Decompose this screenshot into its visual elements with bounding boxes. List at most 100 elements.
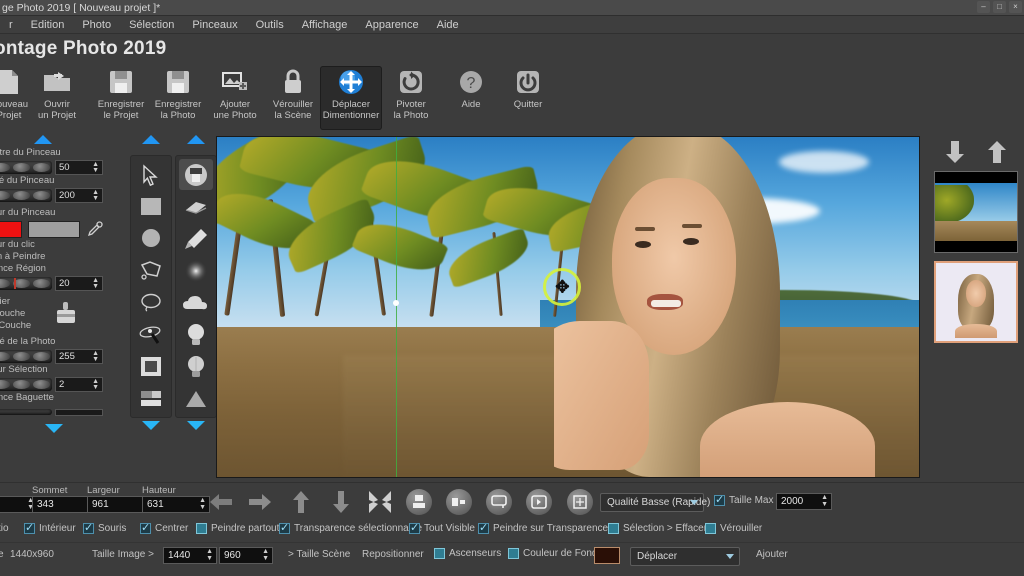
lightbulb-darken-tool[interactable] bbox=[179, 351, 213, 382]
spinner-arrows-icon[interactable]: ▲▼ bbox=[92, 277, 99, 290]
layer-move-down-arrow[interactable] bbox=[944, 139, 966, 165]
quality-combo[interactable]: Qualité Basse (Rapide) bbox=[600, 493, 710, 512]
checkbox-couleur-fond[interactable] bbox=[508, 548, 519, 559]
scroll-up-arrow[interactable] bbox=[33, 135, 52, 144]
menu-item-pinceaux[interactable]: Pinceaux bbox=[183, 16, 246, 34]
checkbox-souris[interactable] bbox=[83, 521, 94, 534]
magic-wand-tool[interactable] bbox=[134, 319, 168, 350]
paintbrush-tool[interactable] bbox=[179, 159, 213, 190]
photo-opacity-input[interactable]: 255 ▲ ▼ bbox=[55, 348, 103, 364]
checkbox-interieur[interactable] bbox=[24, 521, 35, 534]
checkbox-group-interieur[interactable]: Intérieur bbox=[24, 521, 76, 534]
checkbox-centrer[interactable] bbox=[140, 521, 151, 534]
blur-soft-tool[interactable] bbox=[179, 255, 213, 286]
region-tolerance-input[interactable]: 20 ▲ ▼ bbox=[55, 275, 103, 291]
checkbox-group-selection-effacer[interactable]: Sélection > Effacer bbox=[608, 523, 707, 534]
layer-thumbnail-beach[interactable] bbox=[934, 171, 1018, 253]
minimize-button[interactable]: – bbox=[977, 1, 990, 13]
toolbar-button-quitter[interactable]: Quitter bbox=[497, 66, 559, 130]
fit-all-icon[interactable] bbox=[566, 489, 594, 515]
maximize-button[interactable]: □ bbox=[993, 1, 1006, 13]
brush-diameter-input[interactable]: 50 ▲ ▼ bbox=[55, 159, 103, 175]
scroll-down-arrow[interactable] bbox=[44, 424, 63, 433]
editing-canvas[interactable]: ✥ bbox=[216, 136, 920, 478]
checkbox-group-souris[interactable]: Souris bbox=[83, 521, 126, 534]
menu-item-edition[interactable]: Edition bbox=[22, 16, 74, 34]
checkbox-peindre-partout[interactable] bbox=[196, 523, 207, 534]
menu-item-0[interactable]: r bbox=[0, 16, 22, 34]
checkbox-tout-visible[interactable] bbox=[409, 521, 420, 534]
toolbar-button-ouvrir-projet[interactable]: Ouvrir un Projet bbox=[26, 66, 88, 130]
eraser-tool[interactable] bbox=[179, 191, 213, 222]
spinner-arrows-icon[interactable]: ▲▼ bbox=[206, 548, 213, 562]
next-step-icon[interactable] bbox=[525, 489, 553, 515]
checkbox-group-tout-visible[interactable]: Tout Visible bbox=[409, 521, 475, 534]
align-vertical-icon[interactable] bbox=[405, 489, 433, 515]
frame-border-tool[interactable] bbox=[134, 351, 168, 382]
menu-item-photo[interactable]: Photo bbox=[73, 16, 120, 34]
ajouter-label[interactable]: Ajouter bbox=[756, 549, 788, 560]
taille-max-input[interactable]: 2000 ▲ ▼ bbox=[776, 493, 832, 510]
brush-diameter-slider[interactable] bbox=[0, 160, 52, 174]
mode-combo[interactable]: Déplacer bbox=[630, 547, 740, 566]
ellipse-shape-tool[interactable] bbox=[134, 223, 168, 254]
primary-color-swatch[interactable] bbox=[0, 220, 22, 238]
checkbox-peindre-sur-transparence[interactable] bbox=[478, 521, 489, 534]
checkbox-transparence-selectionnable[interactable] bbox=[279, 521, 290, 534]
wand-tolerance-slider[interactable] bbox=[0, 409, 52, 415]
toolbar-button-verouiller-scene[interactable]: Vérouiller la Scène bbox=[262, 66, 324, 130]
wand-tolerance-input[interactable] bbox=[55, 408, 103, 416]
menu-item-outils[interactable]: Outils bbox=[247, 16, 293, 34]
secondary-color-swatch[interactable] bbox=[28, 220, 80, 238]
polygon-lasso-tool[interactable] bbox=[134, 255, 168, 286]
paint-bucket-icon[interactable] bbox=[53, 300, 79, 330]
collapse-center-icon[interactable] bbox=[366, 489, 394, 515]
arrow-left-icon[interactable] bbox=[207, 489, 235, 515]
layer-thumbnail-portrait[interactable] bbox=[934, 261, 1018, 343]
arrow-right-icon[interactable] bbox=[246, 489, 274, 515]
menu-item-affichage[interactable]: Affichage bbox=[293, 16, 357, 34]
toolbar-button-enregistrer-projet[interactable]: Enregistrer le Projet bbox=[90, 66, 152, 130]
taille-max-checkbox[interactable] bbox=[714, 493, 725, 506]
rectangle-select-tool[interactable] bbox=[134, 191, 168, 222]
toolbar-button-ajouter-photo[interactable]: Ajouter une Photo bbox=[204, 66, 266, 130]
eyedropper-icon[interactable] bbox=[86, 220, 104, 238]
photo-opacity-slider[interactable] bbox=[0, 349, 52, 363]
pencil-tool[interactable] bbox=[179, 223, 213, 254]
cloud-smudge-tool[interactable] bbox=[179, 287, 213, 318]
brushes-scroll-up-arrow[interactable] bbox=[187, 135, 205, 144]
spinner-arrows-icon[interactable]: ▲▼ bbox=[92, 161, 99, 174]
gradient-cone-tool[interactable] bbox=[179, 383, 213, 414]
tools-scroll-down-arrow[interactable] bbox=[142, 421, 160, 430]
toolbar-button-enregistrer-photo[interactable]: Enregistrer la Photo bbox=[147, 66, 209, 130]
toolbar-button-aide[interactable]: ? Aide bbox=[440, 66, 502, 130]
image-width-input[interactable]: 1440 ▲ ▼ bbox=[163, 547, 217, 564]
checkbox-verouiller[interactable] bbox=[705, 523, 716, 534]
checkbox-group-transparence-selectionnable[interactable]: Transparence sélectionnable bbox=[279, 521, 422, 534]
portrait-layer[interactable] bbox=[553, 137, 919, 477]
checkbox-group-centrer[interactable]: Centrer bbox=[140, 521, 188, 534]
taille-scene-label[interactable]: > Taille Scène bbox=[288, 549, 350, 560]
checkbox-selection-effacer[interactable] bbox=[608, 523, 619, 534]
pointer-arrow-tool[interactable] bbox=[134, 159, 168, 190]
tools-scroll-up-arrow[interactable] bbox=[142, 135, 160, 144]
checkbox-group-0[interactable]: tio bbox=[0, 523, 9, 534]
spinner-arrows-icon[interactable]: ▲▼ bbox=[92, 350, 99, 363]
checkbox-group-peindre-sur-transparence[interactable]: Peindre sur Transparence bbox=[478, 521, 608, 534]
selection-contour-input[interactable]: 2 ▲ ▼ bbox=[55, 376, 103, 392]
taille-image-label[interactable]: Taille Image > bbox=[92, 549, 154, 560]
menu-item-apparence[interactable]: Apparence bbox=[356, 16, 427, 34]
field-input-hauteur[interactable]: 631 ▲ ▼ bbox=[142, 496, 210, 513]
fit-screen-icon[interactable] bbox=[485, 489, 513, 515]
crop-tool[interactable] bbox=[134, 383, 168, 414]
checkbox-group-peindre-partout[interactable]: Peindre partout bbox=[196, 523, 279, 534]
align-horizontal-icon[interactable] bbox=[445, 489, 473, 515]
brush-density-slider[interactable] bbox=[0, 188, 52, 202]
arrow-down-icon[interactable] bbox=[327, 489, 355, 515]
freehand-lasso-tool[interactable] bbox=[134, 287, 168, 318]
toolbar-button-pivoter-photo[interactable]: Pivoter la Photo bbox=[380, 66, 442, 130]
menu-item-selection[interactable]: Sélection bbox=[120, 16, 183, 34]
layer-move-up-arrow[interactable] bbox=[986, 139, 1008, 165]
spinner-arrows-icon[interactable]: ▲▼ bbox=[92, 378, 99, 391]
checkbox-group-verouiller[interactable]: Vérouiller bbox=[705, 523, 762, 534]
